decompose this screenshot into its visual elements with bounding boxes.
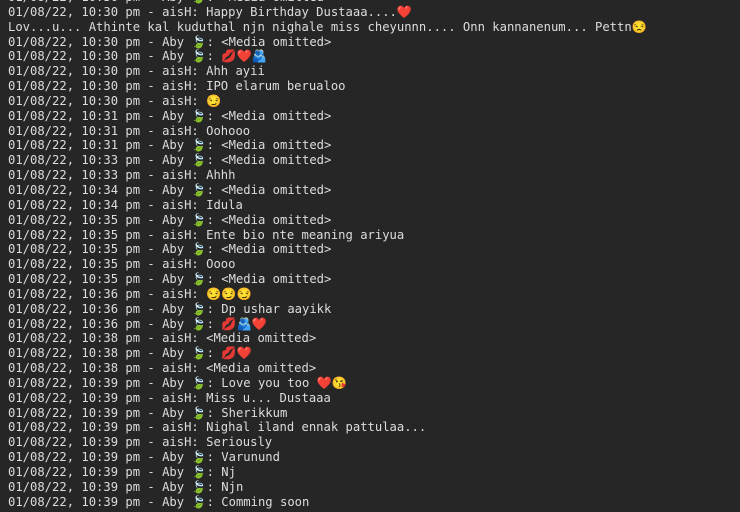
log-line: 01/08/22, 10:39 pm - aisH: Miss u... Dus… — [8, 390, 331, 405]
log-line: 01/08/22, 10:33 pm - aisH: Ahhh — [8, 168, 236, 183]
log-line: 01/08/22, 10:38 pm - aisH: <Media omitte… — [8, 331, 317, 346]
log-line: 01/08/22, 10:34 pm - Aby 🍃: <Media omitt… — [8, 182, 332, 197]
log-line: 01/08/22, 10:35 pm - Aby 🍃: <Media omitt… — [8, 242, 332, 257]
log-line: 01/08/22, 10:30 pm - aisH: Ahh ayii — [8, 64, 265, 79]
log-line: 01/08/22, 10:31 pm - Aby 🍃: <Media omitt… — [8, 108, 332, 123]
log-line: 01/08/22, 10:30 pm - aisH: Happy Birthda… — [8, 4, 413, 19]
log-line: 01/08/22, 10:31 pm - Aby 🍃: <Media omitt… — [8, 138, 332, 153]
log-line: 01/08/22, 10:39 pm - Aby 🍃: Varunund — [8, 450, 280, 465]
log-line: 01/08/22, 10:36 pm - Aby 🍃: Dp ushar aay… — [8, 301, 332, 316]
log-line: 01/08/22, 10:38 pm - aisH: <Media omitte… — [8, 361, 317, 376]
log-line: 01/08/22, 10:38 pm - Aby 🍃: 💋❤️ — [8, 346, 252, 361]
log-line: 01/08/22, 10:39 pm - Aby 🍃: Sherikkum — [8, 405, 288, 420]
log-line: 01/08/22, 10:39 pm - aisH: Nighal iland … — [8, 420, 427, 435]
log-line: 01/08/22, 10:39 pm - Aby 🍃: Comming soon — [8, 494, 310, 509]
chat-log-viewer[interactable]: 01/08/22, 10:30 pm - Aby 🍃: <Media omitt… — [0, 0, 740, 512]
log-line: 01/08/22, 10:30 pm - Aby 🍃: 💋❤️🫂 — [8, 49, 267, 64]
log-line: 01/08/22, 10:39 pm - Aby 🍃: Love you too… — [8, 375, 348, 390]
log-line: 01/08/22, 10:39 pm - Aby 🍃: Njn — [8, 479, 244, 494]
log-line: 01/08/22, 10:30 pm - aisH: 😏 — [8, 93, 222, 108]
log-line: 01/08/22, 10:30 pm - aisH: IPO elarum be… — [8, 79, 346, 94]
log-line: 01/08/22, 10:35 pm - Aby 🍃: <Media omitt… — [8, 272, 332, 287]
log-line: 01/08/22, 10:34 pm - aisH: Idula — [8, 197, 243, 212]
log-line: 01/08/22, 10:33 pm - Aby 🍃: <Media omitt… — [8, 153, 332, 168]
chat-log: 01/08/22, 10:30 pm - Aby 🍃: <Media omitt… — [8, 0, 736, 510]
log-line: 01/08/22, 10:39 pm - aisH: Seriously — [8, 435, 273, 450]
log-line: 01/08/22, 10:31 pm - aisH: Oohooo — [8, 123, 251, 138]
log-line: 01/08/22, 10:36 pm - Aby 🍃: 💋🫂❤️ — [8, 316, 267, 331]
log-line: 01/08/22, 10:36 pm - aisH: 😏😏😏 — [8, 286, 252, 301]
log-line: 01/08/22, 10:35 pm - aisH: Ente bio nte … — [8, 227, 405, 242]
log-line: 01/08/22, 10:35 pm - aisH: Oooo — [8, 257, 236, 272]
log-line: Lov...u... Athinte kal kuduthal njn nigh… — [8, 19, 647, 34]
log-line: 01/08/22, 10:39 pm - Aby 🍃: Nj — [8, 465, 236, 479]
log-line: 01/08/22, 10:35 pm - Aby 🍃: <Media omitt… — [8, 212, 332, 227]
log-line: 01/08/22, 10:30 pm - Aby 🍃: <Media omitt… — [8, 34, 332, 49]
